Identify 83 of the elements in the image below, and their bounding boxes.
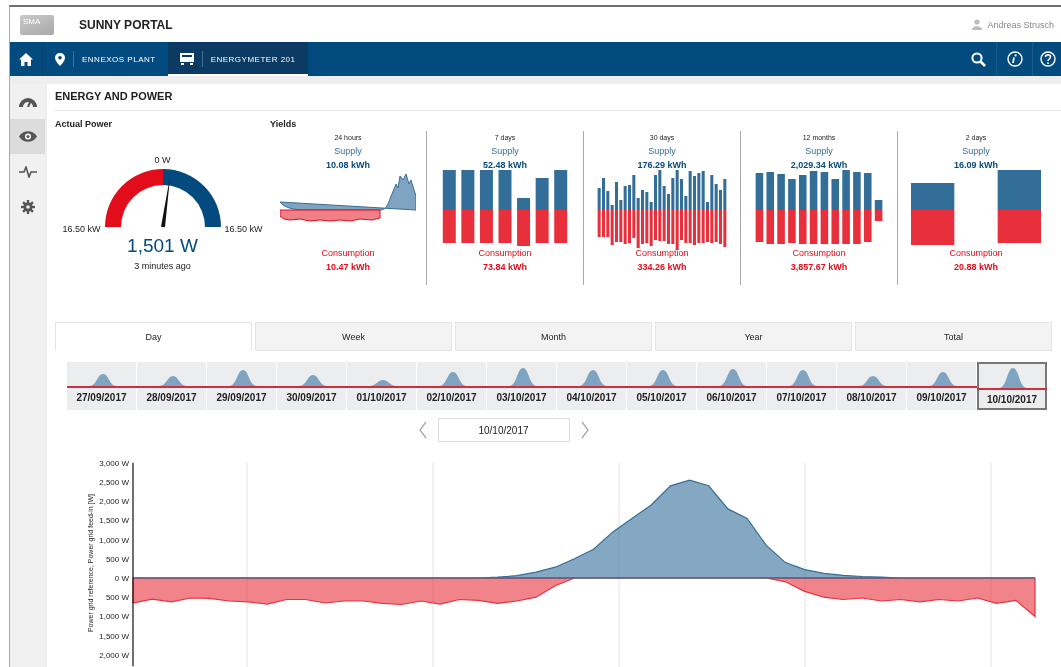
date-field[interactable]: 10/10/2017 — [437, 418, 570, 442]
day-sparkline — [486, 368, 557, 388]
consumption-label: Consumption — [478, 248, 532, 258]
y-axis-label: 500 W — [105, 554, 129, 564]
power-value: 1,501 W — [127, 235, 198, 257]
period-tab[interactable]: Year — [655, 322, 852, 351]
user-name[interactable]: Andreas Strusch — [987, 19, 1054, 30]
day-sparkline — [906, 372, 977, 388]
day-thumbnail[interactable]: 04/10/2017 — [557, 362, 627, 410]
gauge-icon — [18, 96, 37, 107]
supply-value: 16.09 kWh — [954, 160, 998, 170]
day-thumbnail[interactable]: 06/10/2017 — [697, 362, 767, 410]
y-axis-label: 1,000 W — [99, 535, 129, 545]
info-icon — [1006, 51, 1023, 67]
supply-value: 10.08 kWh — [326, 160, 370, 170]
supply-value: 52.48 kWh — [483, 160, 527, 170]
supply-label: Supply — [805, 146, 833, 156]
breadcrumb[interactable]: ENNEXOS PLANT — [43, 42, 168, 76]
day-thumbnail[interactable]: 02/10/2017 — [417, 362, 487, 410]
day-sparkline — [66, 374, 137, 388]
y-axis-label: 0 W — [114, 574, 129, 583]
period-tab[interactable]: Total — [855, 322, 1052, 351]
logo: SMA — [20, 14, 54, 35]
y-axis-label: 1,500 W — [99, 516, 129, 526]
supply-label: Supply — [491, 146, 519, 156]
day-thumbnail[interactable]: 10/10/2017 — [977, 362, 1047, 410]
yields-heading: Yields — [270, 119, 298, 129]
user-icon — [972, 19, 983, 30]
y-axis-label: 500 W — [105, 593, 129, 603]
y-axis-label: 3,000 W — [99, 458, 129, 468]
settings-icon — [20, 199, 35, 214]
supply-label: Supply — [648, 146, 676, 156]
home-icon — [19, 52, 33, 66]
day-sparkline — [977, 368, 1047, 390]
day-thumbnail[interactable]: 08/10/2017 — [837, 362, 907, 410]
day-thumbnail[interactable]: 30/09/2017 — [277, 362, 347, 410]
actual-power-heading: Actual Power — [55, 119, 113, 129]
breadcrumb[interactable]: ENERGYMETER 201 — [167, 42, 308, 76]
sidebar-item[interactable] — [10, 119, 45, 154]
supply-label: Supply — [962, 146, 990, 156]
update-time: 3 minutes ago — [134, 261, 191, 271]
consumption-label: Consumption — [635, 248, 689, 258]
y-axis-label: 2,000 W — [99, 497, 129, 507]
day-thumbnail[interactable]: 07/10/2017 — [767, 362, 837, 410]
section-title: ENERGY AND POWER — [55, 84, 1061, 111]
period-tab[interactable]: Day — [55, 322, 252, 351]
y-axis-label: 2,500 W — [99, 478, 129, 487]
consumption-label: Consumption — [949, 248, 1003, 258]
consumption-value: 3,857.67 kWh — [790, 262, 848, 272]
supply-value: 2,029.34 kWh — [790, 160, 848, 170]
day-thumbnail[interactable]: 09/10/2017 — [907, 362, 977, 410]
consumption-label: Consumption — [792, 248, 846, 258]
period-tab[interactable]: Week — [255, 322, 452, 351]
y-axis-label: 1,000 W — [99, 612, 129, 622]
meter-icon — [179, 53, 194, 65]
gauge-max-label: 16.50 kW — [224, 224, 263, 234]
supply-label: Supply — [334, 146, 362, 156]
pulse-icon — [18, 165, 37, 178]
help-icon — [1040, 51, 1056, 67]
y-axis-label: 2,000 W — [99, 650, 129, 660]
day-thumbnail[interactable]: 29/09/2017 — [207, 362, 277, 410]
day-thumbnail[interactable]: 03/10/2017 — [487, 362, 557, 410]
y-axis-label: 1,500 W — [99, 631, 129, 641]
day-sparkline — [696, 369, 767, 388]
day-thumbnail[interactable]: 28/09/2017 — [137, 362, 207, 410]
app-title: SUNNY PORTAL — [79, 17, 173, 32]
gauge-min-label: 16.50 kW — [62, 224, 101, 234]
gauge-zero-label: 0 W — [154, 155, 171, 165]
day-thumbnail[interactable]: 05/10/2017 — [627, 362, 697, 410]
consumption-value: 20.88 kWh — [954, 262, 998, 272]
consumption-value: 10.47 kWh — [326, 262, 370, 272]
consumption-value: 73.84 kWh — [483, 262, 527, 272]
period-tab[interactable]: Month — [455, 322, 652, 351]
location-pin-icon — [55, 52, 65, 66]
supply-value: 176.29 kWh — [637, 160, 687, 170]
consumption-label: Consumption — [321, 248, 375, 258]
eye-icon — [18, 131, 37, 142]
consumption-value: 334.26 kWh — [637, 262, 687, 272]
day-thumbnail[interactable]: 01/10/2017 — [347, 362, 417, 410]
day-sparkline — [556, 370, 627, 388]
day-sparkline — [626, 370, 697, 388]
search-icon — [971, 51, 986, 67]
day-thumbnail[interactable]: 27/09/2017 — [67, 362, 137, 410]
